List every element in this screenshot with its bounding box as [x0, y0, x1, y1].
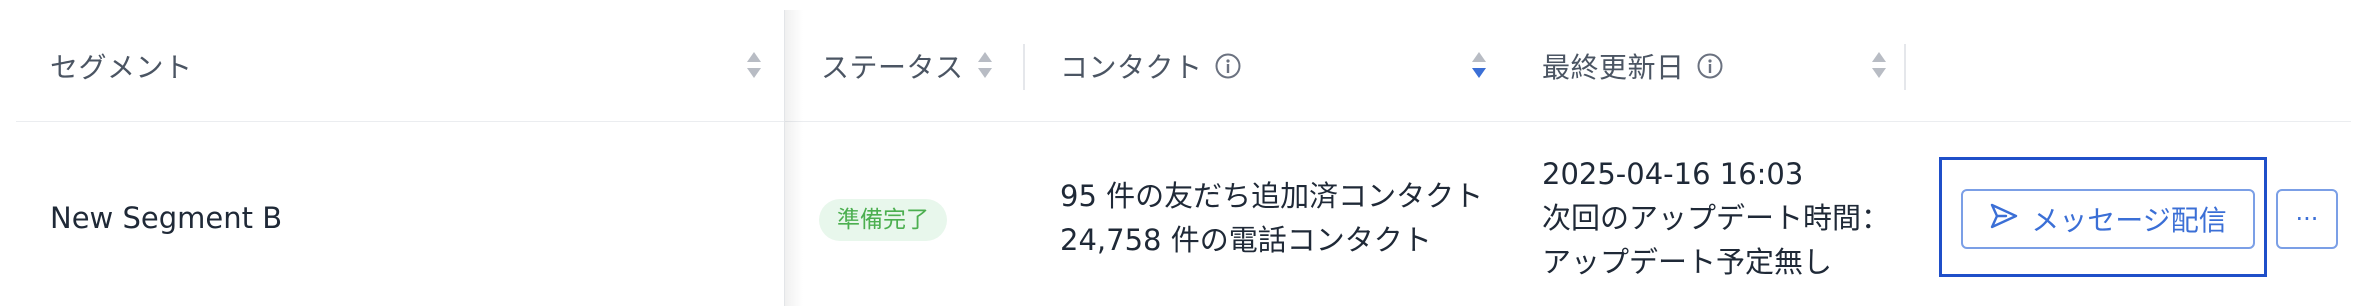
column-divider: [1904, 44, 1906, 90]
column-header-contacts[interactable]: コンタクト: [1060, 10, 1500, 121]
next-update-label: 次回のアップデート時間：: [1542, 201, 1891, 235]
segment-table: セグメント ステータス コンタクト 最終更新日 New Segment B 準備…: [16, 0, 2351, 306]
send-message-button[interactable]: メッセージ配信: [1961, 189, 2255, 249]
send-icon: [1989, 201, 2019, 238]
next-update-value: アップデート予定無し: [1542, 245, 1833, 279]
column-header-last-updated[interactable]: 最終更新日: [1542, 10, 1902, 121]
send-message-label: メッセージ配信: [2031, 204, 2227, 237]
column-header-label: 最終更新日: [1542, 50, 1685, 84]
info-icon[interactable]: [1697, 53, 1723, 79]
status-badge: 準備完了: [819, 199, 947, 241]
sort-icon[interactable]: [1870, 50, 1888, 80]
more-options-button[interactable]: ···: [2276, 189, 2338, 249]
updated-date: 2025-04-16 16:03: [1542, 157, 1804, 191]
info-icon[interactable]: [1215, 53, 1241, 79]
contacts-line-2: 24,758 件の電話コンタクト: [1060, 223, 1432, 257]
contacts-line-1: 95 件の友だち追加済コンタクト: [1060, 179, 1484, 213]
column-divider: [1023, 44, 1025, 90]
column-header-label: コンタクト: [1060, 50, 1203, 84]
column-header-label: ステータス: [821, 50, 964, 84]
sort-icon[interactable]: [745, 50, 763, 80]
segment-name[interactable]: New Segment B: [50, 196, 282, 240]
column-header-label: セグメント: [50, 50, 193, 84]
column-header-status[interactable]: ステータス: [821, 10, 1021, 121]
column-header-segment[interactable]: セグメント: [50, 10, 761, 121]
table-header: セグメント ステータス コンタクト 最終更新日: [16, 0, 2351, 122]
sort-icon[interactable]: [976, 50, 994, 80]
sort-icon-active[interactable]: [1470, 50, 1488, 80]
